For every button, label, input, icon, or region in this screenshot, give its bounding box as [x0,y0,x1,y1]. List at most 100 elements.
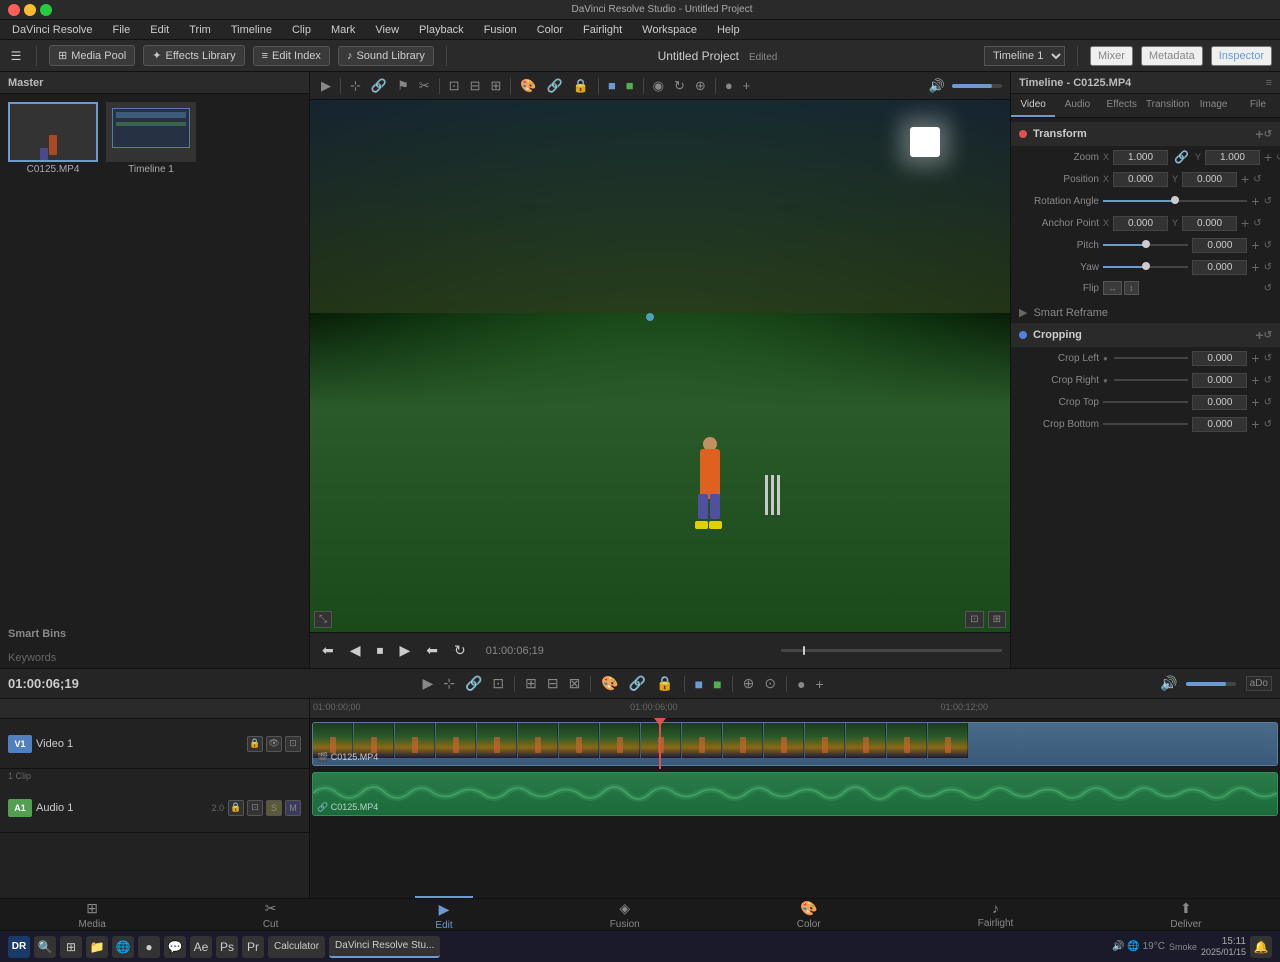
tl-blue[interactable]: ■ [693,674,705,694]
expand-btn[interactable]: ⤡ [314,611,332,628]
taskbar-calculator[interactable]: Calculator [268,936,325,958]
zoom-x-input[interactable] [1113,150,1168,165]
snap-tool[interactable]: ⊹ [347,76,364,96]
nav-deliver[interactable]: ⬆ Deliver [1150,897,1221,933]
crop-top-reset[interactable]: ↺ [1264,397,1272,408]
position-reset[interactable]: ↺ [1253,174,1261,185]
tl-plus[interactable]: + [814,674,826,694]
media-clip-1[interactable]: C0125.MP4 [8,102,98,612]
tl-search[interactable]: ⊙ [762,673,778,694]
blue-btn[interactable]: ■ [605,76,619,95]
slip-tool[interactable]: ⊞ [487,76,504,96]
tab-transition[interactable]: Transition [1144,94,1192,117]
taskview-btn[interactable]: ⊞ [60,936,82,958]
crop-left-input[interactable] [1192,351,1247,366]
crop-right-reset[interactable]: ↺ [1264,375,1272,386]
crop-right-input[interactable] [1192,373,1247,388]
menu-davinci[interactable]: DaVinci Resolve [8,22,97,38]
video-clip-block[interactable]: 🎬 C0125.MP4 [312,722,1278,766]
nav-edit[interactable]: ▶ Edit [415,896,472,934]
tl-roll-tool[interactable]: ⊟ [545,673,561,694]
crop-bottom-add[interactable]: + [1251,416,1259,432]
audio-solo-btn[interactable]: S [266,800,282,816]
tl-zoom[interactable]: ⊕ [741,673,757,694]
tab-video[interactable]: Video [1011,94,1055,117]
preview-settings-btn[interactable]: ⊞ [988,611,1006,628]
nav-color[interactable]: 🎨 Color [777,897,841,933]
media-pool-button[interactable]: ⊞ Media Pool [49,45,135,66]
audio-mute-btn[interactable]: M [285,800,301,816]
rotation-add[interactable]: + [1251,193,1259,209]
cropping-header[interactable]: Cropping + ↺ [1011,323,1280,347]
volume-btn[interactable]: 🔊 [926,76,948,96]
play-back-btn[interactable]: ◀ [346,640,365,661]
anchor-add[interactable]: + [1241,215,1249,231]
taskbar-ps[interactable]: Ps [216,936,238,958]
crop-bottom-slider[interactable] [1103,423,1188,425]
metadata-button[interactable]: Metadata [1141,46,1203,66]
rotation-reset[interactable]: ↺ [1264,196,1272,207]
smart-reframe-row[interactable]: ▶ Smart Reframe [1011,302,1280,323]
stop-btn[interactable]: ⏹ [373,640,388,661]
inspector-button[interactable]: Inspector [1211,46,1272,66]
crop-top-slider[interactable] [1103,401,1188,403]
transform-add[interactable]: + [1255,126,1263,142]
next-frame-btn[interactable]: ⬅ [422,640,442,661]
tl-link2[interactable]: 🔗 [627,673,648,694]
nav-media[interactable]: ⊞ Media [59,897,126,933]
loop-btn[interactable]: ↻ [450,640,470,661]
play-btn[interactable]: ▶ [396,640,415,661]
magnet-tool[interactable]: ◉ [650,76,667,96]
yaw-input[interactable] [1192,260,1247,275]
taskbar-notifications[interactable]: 🔔 [1250,936,1272,958]
crop-bottom-input[interactable] [1192,417,1247,432]
taskbar-explorer[interactable]: 📁 [86,936,108,958]
tl-pointer-tool[interactable]: ▶ [420,673,435,694]
pitch-input[interactable] [1192,238,1247,253]
tl-slip-tool[interactable]: ⊠ [567,673,583,694]
crop-top-input[interactable] [1192,395,1247,410]
search-taskbar[interactable]: 🔍 [34,936,56,958]
position-y-input[interactable] [1182,172,1237,187]
tl-flag-tool[interactable]: ⊡ [490,673,506,694]
cropping-reset[interactable]: ↺ [1264,330,1272,341]
tab-audio[interactable]: Audio [1055,94,1099,117]
prev-frame-btn[interactable]: ⬅ [318,640,338,661]
inspector-menu[interactable]: ≡ [1266,77,1272,89]
cut-tool[interactable]: ✂ [416,76,433,96]
crop-right-slider[interactable] [1114,379,1189,381]
zoom-y-input[interactable] [1205,150,1260,165]
menu-color[interactable]: Color [533,22,567,38]
cropping-add[interactable]: + [1255,327,1263,343]
flag-tool[interactable]: ⚑ [394,76,412,96]
tl-snap-tool[interactable]: ⊹ [441,673,457,694]
tl-link-tool[interactable]: 🔗 [463,673,484,694]
tl-vol[interactable]: 🔊 [1158,673,1179,694]
video-lock-btn[interactable]: 🔒 [247,736,263,752]
pitch-slider[interactable] [1103,244,1188,246]
menu-edit[interactable]: Edit [146,22,173,38]
plus-btn[interactable]: + [740,76,754,95]
menu-fusion[interactable]: Fusion [480,22,521,38]
yaw-add[interactable]: + [1251,259,1259,275]
audio-clip-block[interactable]: 🔗 C0125.MP4 [312,772,1278,816]
timeline-selector[interactable]: Timeline 1 [984,46,1065,66]
mixer-button[interactable]: Mixer [1090,46,1133,66]
roll-tool[interactable]: ⊟ [467,76,484,96]
crop-top-add[interactable]: + [1251,394,1259,410]
menu-file[interactable]: File [109,22,135,38]
minimize-button[interactable] [24,4,36,16]
menu-timeline[interactable]: Timeline [227,22,276,38]
yaw-reset[interactable]: ↺ [1264,262,1272,273]
zoom-reset[interactable]: ↺ [1276,152,1280,163]
link2-tool[interactable]: 🔗 [544,76,566,96]
anchor-reset[interactable]: ↺ [1253,218,1261,229]
video-view-btn[interactable]: 👁 [266,736,282,752]
transform-header[interactable]: Transform + ↺ [1011,122,1280,146]
crop-bottom-reset[interactable]: ↺ [1264,419,1272,430]
anchor-x-input[interactable] [1113,216,1168,231]
playhead[interactable] [659,719,661,769]
video-link-btn[interactable]: ⊡ [285,736,301,752]
dot-btn[interactable]: ● [722,76,736,95]
flip-v-btn[interactable]: ↕ [1124,281,1139,295]
